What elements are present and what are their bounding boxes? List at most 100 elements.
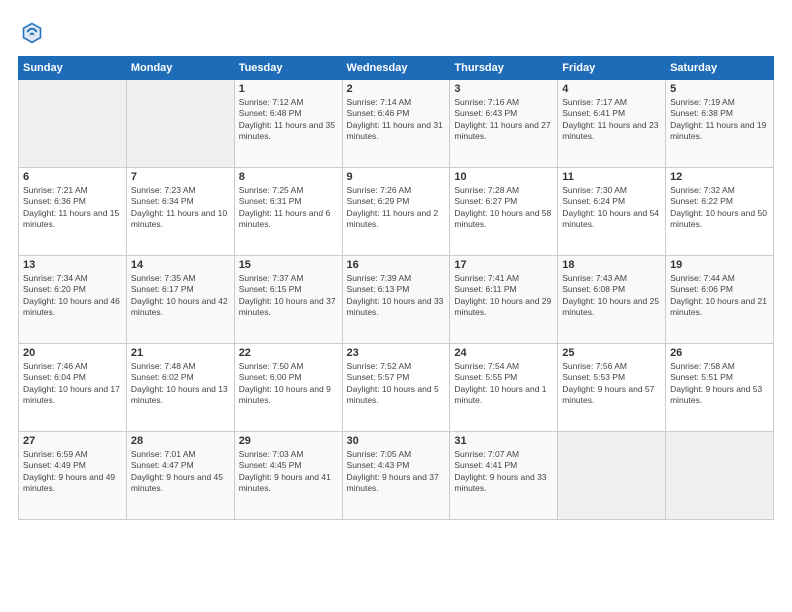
day-info: Sunrise: 7:07 AMSunset: 4:41 PMDaylight:… bbox=[454, 449, 553, 495]
calendar-cell: 2Sunrise: 7:14 AMSunset: 6:46 PMDaylight… bbox=[342, 80, 450, 168]
calendar-body: 1 Sunrise: 7:12 AMSunset: 6:48 PMDaylight… bbox=[19, 80, 774, 520]
day-number: 2 bbox=[347, 83, 446, 95]
day-info: Sunrise: 7:44 AMSunset: 6:06 PMDaylight:… bbox=[670, 273, 769, 319]
day-info: Sunrise: 7:17 AMSunset: 6:41 PMDaylight:… bbox=[562, 97, 661, 143]
day-info: Sunrise: 7:28 AMSunset: 6:27 PMDaylight:… bbox=[454, 185, 553, 231]
day-info: Sunrise: 7:03 AMSunset: 4:45 PMDaylight:… bbox=[239, 449, 338, 495]
page: Sunday Monday Tuesday Wednesday Thursday… bbox=[0, 0, 792, 530]
calendar-cell: 20Sunrise: 7:46 AMSunset: 6:04 PMDayligh… bbox=[19, 344, 127, 432]
calendar-week-2: 6Sunrise: 7:21 AMSunset: 6:36 PMDaylight… bbox=[19, 168, 774, 256]
calendar-cell: 17 Sunrise: 7:41 AMSunset: 6:11 PMDayligh… bbox=[450, 256, 558, 344]
day-number: 19 bbox=[670, 259, 769, 271]
day-number: 28 bbox=[131, 435, 230, 447]
day-number: 13 bbox=[23, 259, 122, 271]
day-info: Sunrise: 7:26 AMSunset: 6:29 PMDaylight:… bbox=[347, 185, 446, 231]
day-info: Sunrise: 7:48 AMSunset: 6:02 PMDaylight:… bbox=[131, 361, 230, 407]
day-number: 30 bbox=[347, 435, 446, 447]
calendar-cell: 7 Sunrise: 7:23 AMSunset: 6:34 PMDaylight… bbox=[126, 168, 234, 256]
calendar-header: Sunday Monday Tuesday Wednesday Thursday… bbox=[19, 57, 774, 80]
header-monday: Monday bbox=[126, 57, 234, 80]
day-number: 21 bbox=[131, 347, 230, 359]
calendar-cell: 4 Sunrise: 7:17 AMSunset: 6:41 PMDaylight… bbox=[558, 80, 666, 168]
day-number: 16 bbox=[347, 259, 446, 271]
calendar-cell: 22 Sunrise: 7:50 AMSunset: 6:00 PMDayligh… bbox=[234, 344, 342, 432]
calendar-cell: 27 Sunrise: 6:59 AMSunset: 4:49 PMDayligh… bbox=[19, 432, 127, 520]
day-info: Sunrise: 7:25 AMSunset: 6:31 PMDaylight:… bbox=[239, 185, 338, 231]
day-info: Sunrise: 7:12 AMSunset: 6:48 PMDaylight:… bbox=[239, 97, 338, 143]
calendar-cell: 30Sunrise: 7:05 AMSunset: 4:43 PMDayligh… bbox=[342, 432, 450, 520]
day-number: 6 bbox=[23, 171, 122, 183]
day-info: Sunrise: 7:52 AMSunset: 5:57 PMDaylight:… bbox=[347, 361, 446, 407]
day-number: 10 bbox=[454, 171, 553, 183]
header-tuesday: Tuesday bbox=[234, 57, 342, 80]
day-info: Sunrise: 7:30 AMSunset: 6:24 PMDaylight:… bbox=[562, 185, 661, 231]
header-saturday: Saturday bbox=[666, 57, 774, 80]
calendar-table: Sunday Monday Tuesday Wednesday Thursday… bbox=[18, 56, 774, 520]
day-number: 17 bbox=[454, 259, 553, 271]
day-info: Sunrise: 7:01 AMSunset: 4:47 PMDaylight:… bbox=[131, 449, 230, 495]
day-info: Sunrise: 7:41 AMSunset: 6:11 PMDaylight:… bbox=[454, 273, 553, 319]
day-info: Sunrise: 7:58 AMSunset: 5:51 PMDaylight:… bbox=[670, 361, 769, 407]
calendar-cell: 9 Sunrise: 7:26 AMSunset: 6:29 PMDaylight… bbox=[342, 168, 450, 256]
day-info: Sunrise: 7:39 AMSunset: 6:13 PMDaylight:… bbox=[347, 273, 446, 319]
day-info: Sunrise: 7:56 AMSunset: 5:53 PMDaylight:… bbox=[562, 361, 661, 407]
day-number: 24 bbox=[454, 347, 553, 359]
day-number: 31 bbox=[454, 435, 553, 447]
day-number: 25 bbox=[562, 347, 661, 359]
day-info: Sunrise: 7:43 AMSunset: 6:08 PMDaylight:… bbox=[562, 273, 661, 319]
calendar-cell: 31 Sunrise: 7:07 AMSunset: 4:41 PMDayligh… bbox=[450, 432, 558, 520]
day-info: Sunrise: 6:59 AMSunset: 4:49 PMDaylight:… bbox=[23, 449, 122, 495]
calendar-cell bbox=[126, 80, 234, 168]
day-number: 5 bbox=[670, 83, 769, 95]
calendar-cell: 8 Sunrise: 7:25 AMSunset: 6:31 PMDaylight… bbox=[234, 168, 342, 256]
calendar-cell bbox=[666, 432, 774, 520]
day-info: Sunrise: 7:32 AMSunset: 6:22 PMDaylight:… bbox=[670, 185, 769, 231]
logo bbox=[18, 18, 50, 46]
day-info: Sunrise: 7:35 AMSunset: 6:17 PMDaylight:… bbox=[131, 273, 230, 319]
calendar-cell: 12 Sunrise: 7:32 AMSunset: 6:22 PMDayligh… bbox=[666, 168, 774, 256]
day-info: Sunrise: 7:50 AMSunset: 6:00 PMDaylight:… bbox=[239, 361, 338, 407]
calendar-cell: 1 Sunrise: 7:12 AMSunset: 6:48 PMDaylight… bbox=[234, 80, 342, 168]
day-number: 4 bbox=[562, 83, 661, 95]
day-number: 9 bbox=[347, 171, 446, 183]
calendar-cell: 28 Sunrise: 7:01 AMSunset: 4:47 PMDayligh… bbox=[126, 432, 234, 520]
day-number: 27 bbox=[23, 435, 122, 447]
calendar-week-3: 13 Sunrise: 7:34 AMSunset: 6:20 PMDayligh… bbox=[19, 256, 774, 344]
calendar-week-5: 27 Sunrise: 6:59 AMSunset: 4:49 PMDayligh… bbox=[19, 432, 774, 520]
calendar-cell: 15Sunrise: 7:37 AMSunset: 6:15 PMDayligh… bbox=[234, 256, 342, 344]
calendar-cell bbox=[558, 432, 666, 520]
day-number: 14 bbox=[131, 259, 230, 271]
logo-icon bbox=[18, 18, 46, 46]
day-number: 20 bbox=[23, 347, 122, 359]
day-number: 8 bbox=[239, 171, 338, 183]
day-number: 3 bbox=[454, 83, 553, 95]
day-info: Sunrise: 7:16 AMSunset: 6:43 PMDaylight:… bbox=[454, 97, 553, 143]
day-number: 23 bbox=[347, 347, 446, 359]
day-number: 11 bbox=[562, 171, 661, 183]
calendar-cell: 26Sunrise: 7:58 AMSunset: 5:51 PMDayligh… bbox=[666, 344, 774, 432]
day-number: 12 bbox=[670, 171, 769, 183]
day-number: 29 bbox=[239, 435, 338, 447]
day-number: 7 bbox=[131, 171, 230, 183]
day-number: 18 bbox=[562, 259, 661, 271]
calendar-cell: 13 Sunrise: 7:34 AMSunset: 6:20 PMDayligh… bbox=[19, 256, 127, 344]
calendar-cell: 3 Sunrise: 7:16 AMSunset: 6:43 PMDaylight… bbox=[450, 80, 558, 168]
calendar-cell: 14 Sunrise: 7:35 AMSunset: 6:17 PMDayligh… bbox=[126, 256, 234, 344]
calendar-cell: 5Sunrise: 7:19 AMSunset: 6:38 PMDaylight… bbox=[666, 80, 774, 168]
calendar-cell bbox=[19, 80, 127, 168]
calendar-cell: 11 Sunrise: 7:30 AMSunset: 6:24 PMDayligh… bbox=[558, 168, 666, 256]
day-number: 22 bbox=[239, 347, 338, 359]
calendar-cell: 16 Sunrise: 7:39 AMSunset: 6:13 PMDayligh… bbox=[342, 256, 450, 344]
day-info: Sunrise: 7:34 AMSunset: 6:20 PMDaylight:… bbox=[23, 273, 122, 319]
day-info: Sunrise: 7:37 AMSunset: 6:15 PMDaylight:… bbox=[239, 273, 338, 319]
day-info: Sunrise: 7:54 AMSunset: 5:55 PMDaylight:… bbox=[454, 361, 553, 407]
header-row: Sunday Monday Tuesday Wednesday Thursday… bbox=[19, 57, 774, 80]
day-info: Sunrise: 7:23 AMSunset: 6:34 PMDaylight:… bbox=[131, 185, 230, 231]
day-number: 1 bbox=[239, 83, 338, 95]
calendar-cell: 19 Sunrise: 7:44 AMSunset: 6:06 PMDayligh… bbox=[666, 256, 774, 344]
header-wednesday: Wednesday bbox=[342, 57, 450, 80]
calendar-cell: 25 Sunrise: 7:56 AMSunset: 5:53 PMDayligh… bbox=[558, 344, 666, 432]
calendar-cell: 21 Sunrise: 7:48 AMSunset: 6:02 PMDayligh… bbox=[126, 344, 234, 432]
calendar-week-4: 20Sunrise: 7:46 AMSunset: 6:04 PMDayligh… bbox=[19, 344, 774, 432]
calendar-cell: 6Sunrise: 7:21 AMSunset: 6:36 PMDaylight… bbox=[19, 168, 127, 256]
